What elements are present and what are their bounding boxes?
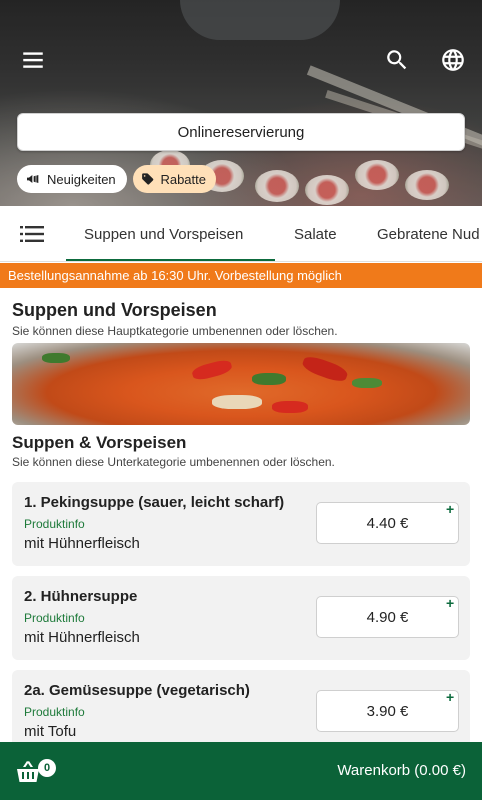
soup-garnish (190, 358, 234, 382)
hero-bowl-image (180, 0, 340, 40)
menu-icon[interactable] (17, 44, 49, 76)
soup-garnish (352, 378, 382, 388)
order-notice-banner: Bestellungsannahme ab 16:30 Uhr. Vorbest… (0, 263, 482, 288)
item-name: 2a. Gemüsesuppe (vegetarisch) (24, 682, 250, 699)
item-description: mit Tofu (24, 723, 77, 740)
megaphone-icon (27, 175, 39, 183)
news-chip-label: Neuigkeiten (47, 171, 116, 187)
hero-sushi-image (355, 160, 399, 190)
hero-sushi-image (405, 170, 449, 200)
discounts-chip-label: Rabatte (160, 171, 206, 187)
hero-sushi-image (255, 170, 299, 202)
subcategory-subtitle: Sie können diese Unterkategorie umbenenn… (12, 455, 335, 469)
item-description: mit Hühnerfleisch (24, 629, 140, 646)
hero-banner: Onlinereservierung Neuigkeiten Rabatte (0, 0, 482, 206)
item-price-button[interactable]: 3.90 € (316, 690, 459, 732)
online-reservation-button[interactable]: Onlinereservierung (17, 113, 465, 151)
tab-salate[interactable]: Salate (294, 206, 337, 261)
active-tab-indicator (66, 259, 275, 261)
item-name: 2. Hühnersuppe (24, 588, 138, 605)
cart-bar[interactable]: 0 Warenkorb (0.00 €) (0, 742, 482, 800)
discounts-chip[interactable]: Rabatte (133, 165, 216, 193)
category-title: Suppen und Vorspeisen (12, 300, 217, 320)
app-page: Onlinereservierung Neuigkeiten Rabatte S… (0, 0, 482, 800)
item-product-info-link[interactable]: Produktinfo (24, 611, 85, 625)
item-price-button[interactable]: 4.90 € (316, 596, 459, 638)
soup-garnish (272, 401, 308, 413)
category-tabs: Suppen und Vorspeisen Salate Gebratene N… (0, 206, 482, 262)
add-icon: + (446, 501, 455, 517)
soup-garnish (252, 373, 286, 385)
menu-item-card[interactable]: 2. Hühnersuppe Produktinfo mit Hühnerfle… (12, 576, 470, 660)
item-price-button[interactable]: 4.40 € (316, 502, 459, 544)
list-icon[interactable] (20, 224, 44, 244)
news-chip[interactable]: Neuigkeiten (17, 165, 127, 193)
add-icon: + (446, 595, 455, 611)
subcategory-title: Suppen & Vorspeisen (12, 433, 187, 452)
soup-garnish (300, 353, 350, 385)
tag-icon (142, 173, 154, 185)
menu-item-card[interactable]: 1. Pekingsuppe (sauer, leicht scharf) Pr… (12, 482, 470, 566)
item-product-info-link[interactable]: Produktinfo (24, 705, 85, 719)
basket-icon[interactable] (14, 759, 42, 785)
item-description: mit Hühnerfleisch (24, 535, 140, 552)
hero-sushi-image (305, 175, 349, 205)
soup-garnish (212, 395, 262, 409)
item-product-info-link[interactable]: Produktinfo (24, 517, 85, 531)
item-name: 1. Pekingsuppe (sauer, leicht scharf) (24, 494, 285, 511)
category-subtitle: Sie können diese Hauptkategorie umbenenn… (12, 324, 338, 338)
cart-count-badge: 0 (38, 759, 56, 777)
soup-garnish (42, 353, 70, 363)
category-image (12, 343, 470, 425)
tab-suppen-und-vorspeisen[interactable]: Suppen und Vorspeisen (84, 206, 243, 261)
globe-icon[interactable] (437, 44, 469, 76)
search-icon[interactable] (381, 44, 413, 76)
cart-total-label[interactable]: Warenkorb (0.00 €) (337, 762, 466, 779)
add-icon: + (446, 689, 455, 705)
tab-gebratene-nudeln[interactable]: Gebratene Nud (377, 206, 480, 261)
